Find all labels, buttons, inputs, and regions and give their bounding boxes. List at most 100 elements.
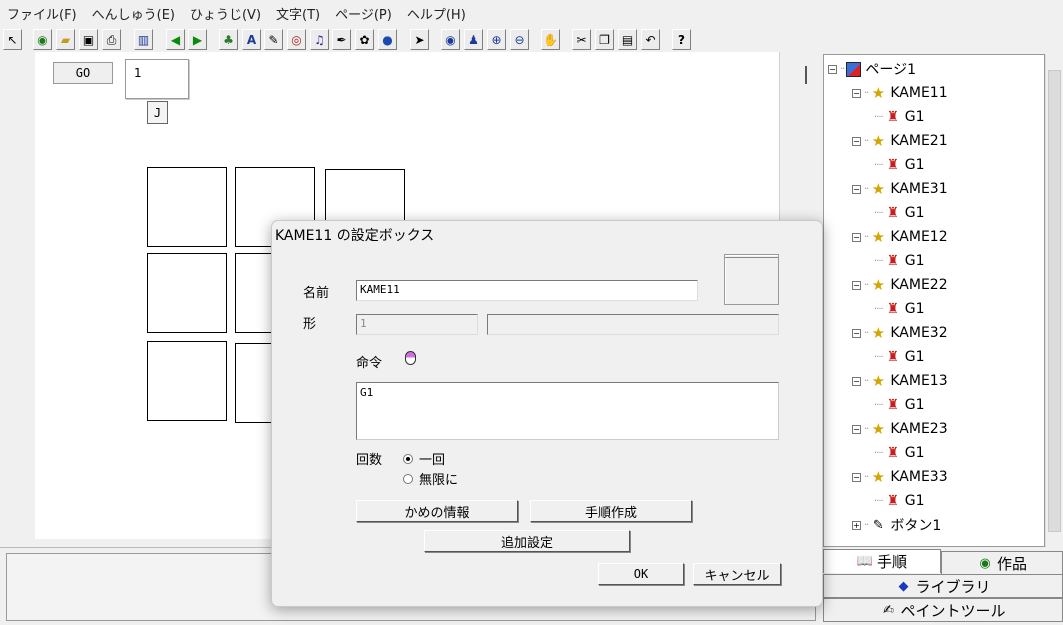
collapse-icon[interactable]: − bbox=[852, 184, 861, 194]
view-icon[interactable]: ◉ bbox=[441, 29, 460, 50]
cursor-icon[interactable]: ➤ bbox=[410, 29, 429, 50]
cut-icon[interactable]: ✂ bbox=[572, 29, 591, 50]
turtle-info-button[interactable]: かめの情報 bbox=[356, 500, 518, 522]
menu-edit[interactable]: へんしゅう(E) bbox=[85, 4, 183, 23]
tree-node-turtle[interactable]: − ·· ★ KAME23 bbox=[852, 418, 948, 440]
undo-icon[interactable]: ↶ bbox=[641, 29, 660, 50]
robot-icon[interactable]: ● bbox=[378, 29, 397, 50]
stop-icon[interactable]: ✋ bbox=[541, 29, 560, 50]
zoom-out-icon[interactable]: ⊖ bbox=[510, 29, 529, 50]
radio-dot[interactable] bbox=[403, 473, 413, 484]
j-button[interactable]: J bbox=[147, 101, 168, 124]
paste-icon[interactable]: ▤ bbox=[618, 29, 637, 50]
tree-connector: ·· bbox=[864, 87, 869, 99]
menu-file[interactable]: ファイル(F) bbox=[0, 4, 85, 23]
name-input[interactable]: KAME11 bbox=[356, 280, 698, 301]
cancel-button[interactable]: キャンセル bbox=[693, 563, 781, 585]
go-button[interactable]: GO bbox=[53, 62, 113, 84]
tree-node-turtle[interactable]: − ·· ★ KAME12 bbox=[852, 226, 948, 248]
shape-label: 形 bbox=[303, 317, 317, 332]
help-icon[interactable]: ? bbox=[672, 29, 691, 50]
collapse-icon[interactable]: − bbox=[852, 280, 861, 290]
tree-node-command[interactable]: ···· ♜ G1 bbox=[874, 298, 924, 320]
tree-node-turtle[interactable]: − ·· ★ KAME11 bbox=[852, 82, 948, 104]
tab-library[interactable]: ◆ ライブラリ bbox=[823, 574, 1063, 598]
tree-node-command[interactable]: ···· ♜ G1 bbox=[874, 202, 924, 224]
tree-node-command[interactable]: ···· ♜ G1 bbox=[874, 250, 924, 272]
layout-icon[interactable]: ▥ bbox=[134, 29, 153, 50]
menu-bar: ファイル(F) へんしゅう(E) ひょうじ(V) 文字(T) ページ(P) ヘル… bbox=[0, 0, 1063, 26]
panel-tabs: 📖 手順 ◉ 作品 ◆ ライブラリ ✍ ペイントツール bbox=[823, 547, 1063, 625]
stamp-icon[interactable]: ✎ bbox=[264, 29, 283, 50]
tree-node-command[interactable]: ···· ♜ G1 bbox=[874, 442, 924, 464]
additional-settings-button[interactable]: 追加設定 bbox=[424, 530, 630, 552]
tab-paint-tool[interactable]: ✍ ペイントツール bbox=[823, 598, 1063, 622]
collapse-icon[interactable]: − bbox=[852, 136, 861, 146]
forward-arrow-icon[interactable]: ▶ bbox=[188, 29, 207, 50]
tab-procedure[interactable]: 📖 手順 bbox=[823, 549, 941, 573]
tree-node-turtle[interactable]: − ·· ★ KAME33 bbox=[852, 466, 948, 488]
number-box[interactable]: 1 bbox=[125, 59, 189, 99]
print-icon[interactable]: ⎙ bbox=[102, 29, 121, 50]
tree-node-turtle[interactable]: − ·· ★ KAME32 bbox=[852, 322, 948, 344]
tree-node-command[interactable]: ···· ♜ G1 bbox=[874, 394, 924, 416]
collapse-icon[interactable]: − bbox=[828, 64, 837, 74]
radio-once[interactable]: 一回 bbox=[403, 449, 445, 468]
person-icon[interactable]: ♟ bbox=[464, 29, 483, 50]
zoom-in-icon[interactable]: ⊕ bbox=[487, 29, 506, 50]
music-note-icon[interactable]: ♫ bbox=[310, 29, 329, 50]
tree-node-turtle[interactable]: − ·· ★ KAME22 bbox=[852, 274, 948, 296]
turtle-square[interactable] bbox=[147, 341, 227, 421]
collapse-icon[interactable]: − bbox=[852, 232, 861, 242]
back-arrow-icon[interactable]: ◀ bbox=[166, 29, 185, 50]
tree-node-command[interactable]: ···· ♜ G1 bbox=[874, 346, 924, 368]
camera-icon[interactable]: ✿ bbox=[355, 29, 374, 50]
create-procedure-button[interactable]: 手順作成 bbox=[530, 500, 692, 522]
command-textarea[interactable]: G1 bbox=[356, 382, 779, 440]
turtle-icon[interactable]: ♣ bbox=[219, 29, 238, 50]
menu-page[interactable]: ページ(P) bbox=[328, 4, 400, 23]
ok-button[interactable]: OK bbox=[598, 563, 684, 585]
turtle-square[interactable] bbox=[147, 253, 227, 333]
expand-icon[interactable]: + bbox=[852, 520, 861, 530]
globe-icon[interactable]: ◉ bbox=[33, 29, 52, 50]
menu-help[interactable]: ヘルプ(H) bbox=[400, 4, 474, 23]
tree-node-turtle[interactable]: − ·· ★ KAME31 bbox=[852, 178, 948, 200]
tree-node-label: KAME32 bbox=[890, 325, 948, 341]
radio-infinite[interactable]: 無限に bbox=[403, 469, 458, 488]
tree-node-command[interactable]: ···· ♜ G1 bbox=[874, 490, 924, 512]
mouse-icon[interactable] bbox=[405, 351, 416, 365]
collapse-icon[interactable]: − bbox=[852, 424, 861, 434]
radio-dot-selected[interactable] bbox=[403, 453, 413, 464]
menu-view[interactable]: ひょうじ(V) bbox=[183, 4, 269, 23]
tree-node-turtle[interactable]: − ·· ★ KAME13 bbox=[852, 370, 948, 392]
copy-icon[interactable]: ❐ bbox=[595, 29, 614, 50]
tree-node-label: G1 bbox=[904, 445, 925, 461]
text-a-icon[interactable]: A bbox=[242, 29, 261, 50]
tree-node-label: KAME22 bbox=[890, 277, 948, 293]
tree-scrollbar[interactable] bbox=[1045, 54, 1063, 547]
collapse-icon[interactable]: − bbox=[852, 472, 861, 482]
paint-icon[interactable]: ✒ bbox=[332, 29, 351, 50]
collapse-icon[interactable]: − bbox=[852, 376, 861, 386]
tree-node-button[interactable]: + ·· ✎ ボタン1 bbox=[852, 514, 941, 536]
menu-text[interactable]: 文字(T) bbox=[269, 4, 328, 23]
tree-node-command[interactable]: ···· ♜ G1 bbox=[874, 154, 924, 176]
tree-node-turtle[interactable]: − ·· ★ KAME21 bbox=[852, 130, 948, 152]
tree-node-command[interactable]: ···· ♜ G1 bbox=[874, 106, 924, 128]
tab-work[interactable]: ◉ 作品 bbox=[941, 551, 1063, 575]
tree-connector: ···· bbox=[874, 351, 884, 363]
turtle-square[interactable] bbox=[147, 167, 227, 247]
tree-scroll-thumb[interactable] bbox=[1048, 70, 1061, 532]
command-icon: ♜ bbox=[886, 301, 899, 317]
eye-icon[interactable]: ◎ bbox=[287, 29, 306, 50]
open-folder-icon[interactable]: ▰ bbox=[56, 29, 75, 50]
tree-node-label: ページ1 bbox=[865, 62, 916, 78]
collapse-icon[interactable]: − bbox=[852, 328, 861, 338]
select-arrow-icon[interactable]: ↖ bbox=[3, 29, 22, 50]
scroll-thumb[interactable] bbox=[805, 66, 807, 84]
tree-connector: ·· bbox=[864, 135, 869, 147]
save-disk-icon[interactable]: ▣ bbox=[79, 29, 98, 50]
tree-node-page[interactable]: − ·· ページ1 bbox=[828, 58, 916, 80]
collapse-icon[interactable]: − bbox=[852, 88, 861, 98]
